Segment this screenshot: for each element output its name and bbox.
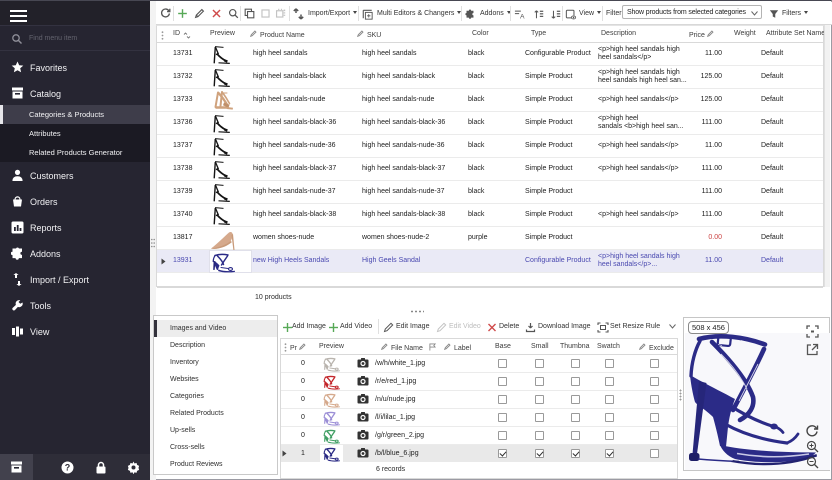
svg-text:A: A bbox=[520, 14, 525, 20]
svg-text:?: ? bbox=[65, 463, 71, 473]
